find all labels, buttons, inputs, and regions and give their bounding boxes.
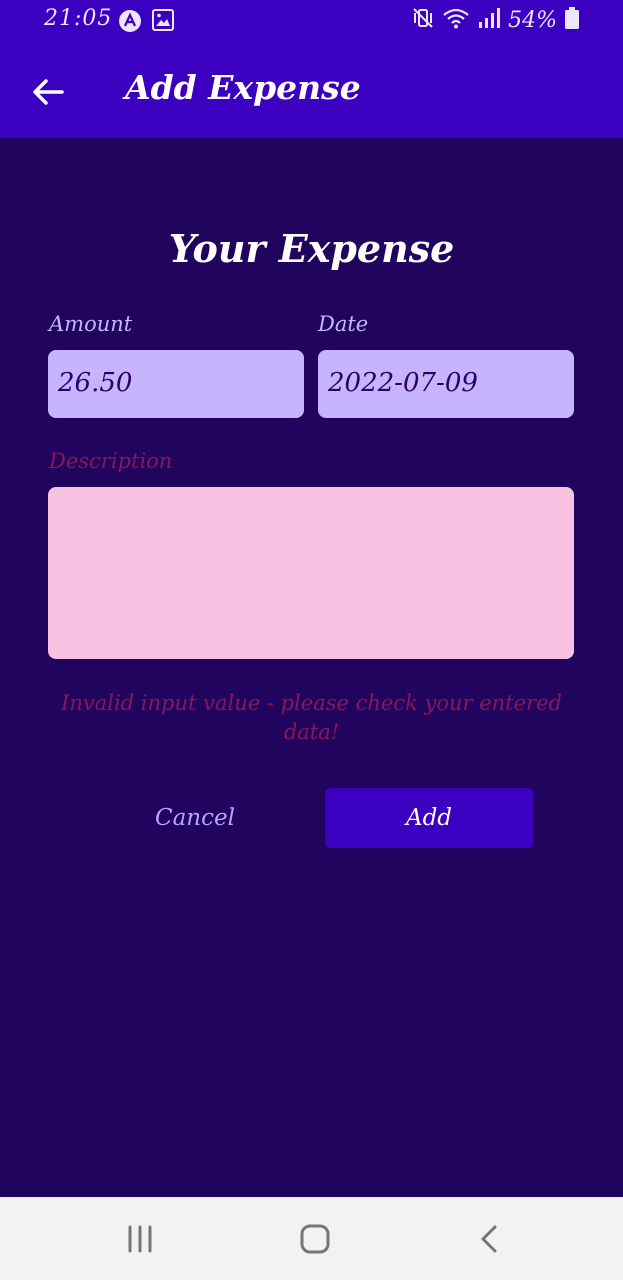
- status-notification-icons: [118, 9, 174, 37]
- signal-icon: [478, 7, 501, 33]
- battery-percent: 54%: [508, 7, 557, 33]
- wifi-icon: [442, 7, 470, 33]
- app-notification-icon: [118, 9, 142, 37]
- home-icon[interactable]: [293, 1219, 337, 1259]
- amount-label: Amount: [49, 312, 133, 336]
- status-bar: 21:05 54%: [0, 0, 623, 44]
- amount-input[interactable]: 26.50: [48, 350, 304, 418]
- back-icon[interactable]: [467, 1219, 511, 1259]
- app-bar: Add Expense: [0, 44, 623, 138]
- error-message: Invalid input value - please check your …: [61, 691, 562, 744]
- date-label: Date: [318, 312, 369, 336]
- status-system-icons: 54%: [412, 7, 579, 33]
- status-time: 21:05: [44, 6, 113, 31]
- system-nav-bar: [0, 1197, 623, 1280]
- description-label: Description: [49, 449, 173, 473]
- description-textarea[interactable]: [48, 487, 574, 659]
- battery-icon: [565, 7, 579, 33]
- mute-vibrate-icon: [412, 7, 434, 33]
- cancel-button[interactable]: Cancel: [110, 788, 280, 848]
- form-title: Your Expense: [168, 226, 455, 271]
- arrow-back-icon[interactable]: [28, 72, 68, 112]
- date-input[interactable]: 2022-07-09: [318, 350, 574, 418]
- recents-icon[interactable]: [118, 1219, 162, 1259]
- image-notification-icon: [152, 9, 174, 37]
- app-bar-title: Add Expense: [125, 68, 361, 107]
- add-button[interactable]: Add: [325, 788, 533, 848]
